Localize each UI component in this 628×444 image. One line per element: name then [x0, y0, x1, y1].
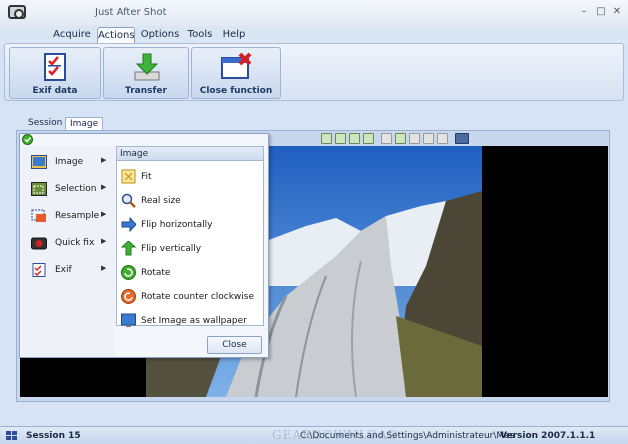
save-icon[interactable]	[381, 133, 392, 144]
title-bar: Just After Shot – □ ✕	[0, 0, 628, 26]
filmstrip-icon[interactable]	[455, 133, 469, 144]
magnifier-icon	[121, 193, 136, 208]
popup-item-exif[interactable]: Exif ▶	[31, 261, 115, 281]
flip-horizontal-icon	[121, 217, 136, 232]
set-wallpaper-label: Set Image as wallpaper	[141, 316, 247, 326]
quick-fix-icon	[31, 237, 47, 250]
grid-icon	[6, 431, 17, 440]
popup-item-resample[interactable]: Resample ▶	[31, 207, 115, 227]
popup-item-image[interactable]: Image ▶	[31, 153, 115, 173]
flip-vertically-label: Flip vertically	[141, 244, 202, 254]
set-wallpaper-item[interactable]: Set Image as wallpaper	[121, 311, 261, 331]
flip-horizontally-item[interactable]: Flip horizontally	[121, 215, 261, 235]
last-image-icon[interactable]	[363, 133, 374, 144]
rotate-icon	[121, 265, 136, 280]
wallpaper-icon	[121, 313, 136, 327]
popup-item-selection-label: Selection	[55, 184, 97, 194]
image-icon	[31, 155, 47, 169]
checklist-icon	[44, 53, 66, 81]
transfer-button[interactable]: Transfer	[103, 47, 189, 99]
edit-icon[interactable]	[395, 133, 406, 144]
real-size-label: Real size	[141, 196, 181, 206]
close-window-icon	[221, 52, 252, 79]
menu-bar: Acquire Actions Options Tools Help	[0, 26, 628, 44]
menu-acquire[interactable]: Acquire	[52, 27, 92, 44]
print-icon[interactable]	[437, 133, 448, 144]
copy-icon[interactable]	[409, 133, 420, 144]
rotate-item[interactable]: Rotate	[121, 263, 261, 283]
ribbon-toolbar: Exif data Transfer Close function	[4, 43, 624, 101]
submenu-arrow-icon: ▶	[101, 264, 107, 272]
close-window-button[interactable]: ✕	[611, 6, 623, 18]
previous-image-icon[interactable]	[335, 133, 346, 144]
flip-vertically-item[interactable]: Flip vertically	[121, 239, 261, 259]
fit-label: Fit	[141, 172, 152, 182]
ok-check-icon	[22, 134, 33, 145]
rotate-ccw-label: Rotate counter clockwise	[141, 292, 255, 302]
submenu-arrow-icon: ▶	[101, 183, 107, 191]
watermark: GEARDOWNLOAD	[272, 428, 399, 442]
menu-options[interactable]: Options	[140, 27, 180, 44]
tab-image[interactable]: Image	[65, 117, 104, 131]
rotate-ccw-item[interactable]: Rotate counter clockwise	[121, 287, 261, 307]
submenu-arrow-icon: ▶	[101, 210, 107, 218]
exif-data-button[interactable]: Exif data	[9, 47, 101, 99]
popup-item-exif-label: Exif	[55, 265, 72, 275]
tab-session[interactable]: Session	[24, 117, 66, 131]
fit-icon	[121, 169, 136, 184]
image-submenu: Image Fit Real size Flip horizontally Fl…	[116, 146, 264, 327]
exif-icon	[32, 263, 46, 277]
flip-horizontally-label: Flip horizontally	[141, 220, 213, 230]
selection-icon	[31, 182, 47, 196]
fit-item[interactable]: Fit	[121, 167, 261, 187]
popup-item-resample-label: Resample	[55, 211, 100, 221]
actions-popup: Image ▶ Selection ▶ Resample ▶ Quick fix…	[19, 133, 269, 358]
paste-icon[interactable]	[423, 133, 434, 144]
popup-item-quick-fix[interactable]: Quick fix ▶	[31, 234, 115, 254]
submenu-arrow-icon: ▶	[101, 237, 107, 245]
maximize-button[interactable]: □	[595, 6, 607, 18]
app-window: Just After Shot – □ ✕ Acquire Actions Op…	[0, 0, 628, 444]
menu-actions[interactable]: Actions	[97, 27, 135, 44]
rotate-ccw-icon	[121, 289, 136, 304]
real-size-item[interactable]: Real size	[121, 191, 261, 211]
window-title: Just After Shot	[95, 7, 167, 18]
popup-categories: Image ▶ Selection ▶ Resample ▶ Quick fix…	[21, 146, 115, 356]
popup-close-button[interactable]: Close	[207, 336, 262, 354]
popup-item-image-label: Image	[55, 157, 84, 167]
close-function-button[interactable]: Close function	[191, 47, 281, 99]
popup-item-quick-fix-label: Quick fix	[55, 238, 95, 248]
next-image-icon[interactable]	[349, 133, 360, 144]
resample-icon	[31, 209, 46, 222]
submenu-title: Image	[117, 147, 263, 161]
close-function-label: Close function	[199, 86, 273, 96]
rotate-label: Rotate	[141, 268, 171, 278]
download-arrow-icon	[134, 53, 160, 81]
submenu-arrow-icon: ▶	[101, 156, 107, 164]
camera-icon	[8, 5, 26, 19]
menu-tools[interactable]: Tools	[185, 27, 215, 44]
flip-vertical-icon	[121, 241, 136, 256]
exif-data-label: Exif data	[32, 86, 78, 96]
popup-item-selection[interactable]: Selection ▶	[31, 180, 115, 200]
transfer-label: Transfer	[125, 86, 167, 96]
first-image-icon[interactable]	[321, 133, 332, 144]
status-version: Version 2007.1.1.1	[500, 431, 596, 441]
menu-help[interactable]: Help	[221, 27, 247, 44]
minimize-button[interactable]: –	[578, 6, 590, 18]
status-session: Session 15	[26, 431, 81, 441]
